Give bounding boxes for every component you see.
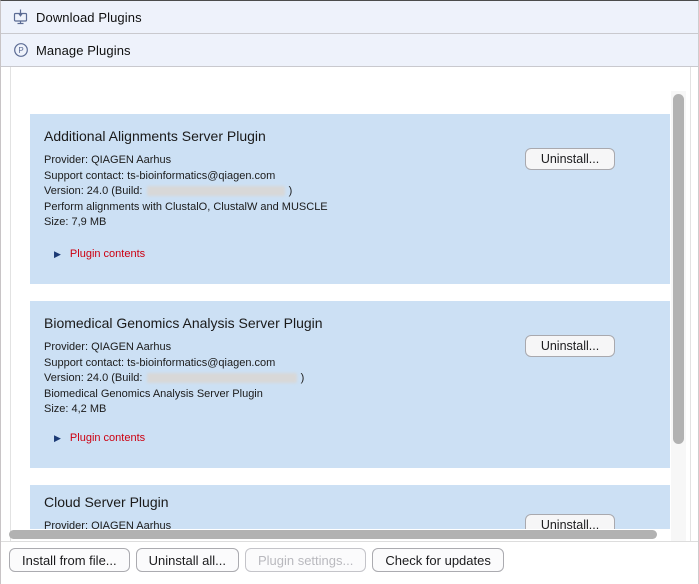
plugin-description: Perform alignments with ClustalO, Clusta… xyxy=(44,200,656,216)
check-for-updates-button[interactable]: Check for updates xyxy=(372,548,504,572)
plugin-list-viewport: Additional Alignments Server Plugin Prov… xyxy=(11,67,671,529)
plugin-version-line: Version: 24.0 (Build: ) xyxy=(44,371,656,387)
circled-p-icon: P xyxy=(13,42,29,58)
expand-triangle-icon: ▶ xyxy=(54,250,61,259)
tab-manage-plugins[interactable]: P Manage Plugins xyxy=(1,34,698,67)
tab-manage-plugins-label: Manage Plugins xyxy=(36,43,131,58)
plugin-support-contact: Support contact: ts-bioinformatics@qiage… xyxy=(44,356,656,372)
plugin-support-contact: Support contact: ts-bioinformatics@qiage… xyxy=(44,169,656,185)
plugin-contents-toggle[interactable]: ▶ Plugin contents xyxy=(54,248,145,260)
monitor-download-icon xyxy=(13,9,29,25)
plugin-card-biomedical-genomics: Biomedical Genomics Analysis Server Plug… xyxy=(30,301,670,468)
tab-download-plugins-label: Download Plugins xyxy=(36,10,142,25)
plugin-size: Size: 4,2 MB xyxy=(44,402,656,418)
plugin-manager-window: Download Plugins P Manage Plugins Additi… xyxy=(0,0,699,584)
uninstall-button[interactable]: Uninstall... xyxy=(525,514,615,529)
expand-triangle-icon: ▶ xyxy=(54,434,61,443)
plugin-settings-button: Plugin settings... xyxy=(245,548,366,572)
plugin-card-cloud-server: Cloud Server Plugin Provider: QIAGEN Aar… xyxy=(30,485,670,529)
plugin-contents-toggle[interactable]: ▶ Plugin contents xyxy=(54,432,145,444)
plugin-contents-label: Plugin contents xyxy=(70,432,145,444)
vertical-scrollbar-track[interactable] xyxy=(671,91,686,542)
vertical-scrollbar-thumb[interactable] xyxy=(673,94,684,444)
plugin-size: Size: 7,9 MB xyxy=(44,215,656,231)
footer-toolbar: Install from file... Uninstall all... Pl… xyxy=(1,541,698,584)
plugin-version-line: Version: 24.0 (Build: ) xyxy=(44,184,656,200)
plugin-title: Additional Alignments Server Plugin xyxy=(44,128,656,144)
uninstall-all-button[interactable]: Uninstall all... xyxy=(136,548,239,572)
plugin-contents-label: Plugin contents xyxy=(70,248,145,260)
svg-text:P: P xyxy=(18,46,23,55)
uninstall-button[interactable]: Uninstall... xyxy=(525,148,615,170)
horizontal-scrollbar-thumb[interactable] xyxy=(9,530,657,539)
plugin-card-additional-alignments: Additional Alignments Server Plugin Prov… xyxy=(30,114,670,284)
plugin-description: Biomedical Genomics Analysis Server Plug… xyxy=(44,387,656,403)
build-number-redacted xyxy=(147,373,297,383)
uninstall-button[interactable]: Uninstall... xyxy=(525,335,615,357)
plugin-title: Cloud Server Plugin xyxy=(44,494,656,510)
build-number-redacted xyxy=(147,186,285,196)
install-from-file-button[interactable]: Install from file... xyxy=(9,548,130,572)
plugin-list-pane: Additional Alignments Server Plugin Prov… xyxy=(10,67,691,542)
tab-download-plugins[interactable]: Download Plugins xyxy=(1,1,698,34)
plugin-title: Biomedical Genomics Analysis Server Plug… xyxy=(44,315,656,331)
